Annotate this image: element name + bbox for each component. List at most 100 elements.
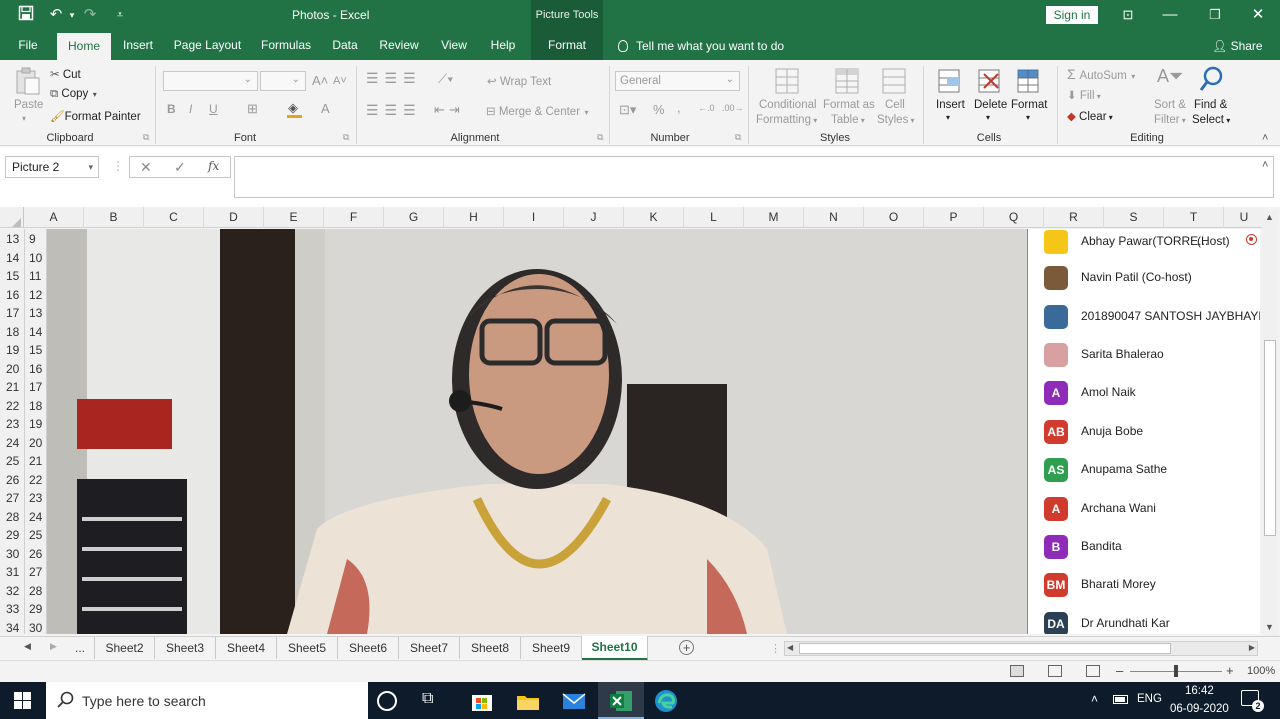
- participant-item[interactable]: Navin Patil (Co-host): [1028, 266, 1260, 304]
- insert-cells-label[interactable]: Insert: [936, 99, 965, 111]
- italic-button[interactable]: I: [189, 102, 192, 116]
- pasted-picture[interactable]: [47, 229, 1027, 634]
- format-painter-button[interactable]: 🖌︎Format Painter: [50, 109, 141, 123]
- column-header[interactable]: L: [684, 207, 744, 228]
- restore-icon[interactable]: ❐: [1205, 5, 1225, 25]
- column-header[interactable]: Q: [984, 207, 1044, 228]
- prev-sheet-icon[interactable]: ◀: [24, 641, 31, 652]
- column-header[interactable]: H: [444, 207, 504, 228]
- mail-icon[interactable]: [561, 688, 587, 714]
- participant-item[interactable]: 201890047 SANTOSH JAYBHAYE: [1028, 305, 1260, 343]
- sheet-tab[interactable]: Sheet4: [216, 637, 277, 659]
- bold-button[interactable]: B: [167, 102, 176, 116]
- normal-view-icon[interactable]: [1010, 665, 1024, 677]
- delete-cells-label[interactable]: Delete: [974, 99, 1007, 111]
- column-header[interactable]: M: [744, 207, 804, 228]
- conditional-formatting-label-2[interactable]: Formatting ▾: [756, 114, 817, 126]
- column-header[interactable]: O: [864, 207, 924, 228]
- cell-styles-label-2[interactable]: Styles ▾: [877, 114, 915, 126]
- column-header[interactable]: D: [204, 207, 264, 228]
- find-select-label[interactable]: Find &: [1194, 99, 1227, 111]
- decrease-decimal-icon[interactable]: .00→: [722, 103, 744, 113]
- number-launcher-icon[interactable]: ⧉: [735, 132, 741, 143]
- sheet-tab[interactable]: Sheet2: [94, 637, 155, 659]
- sort-filter-label-2[interactable]: Filter ▾: [1154, 114, 1186, 126]
- cortana-icon[interactable]: [377, 691, 397, 711]
- column-header[interactable]: U: [1224, 207, 1264, 228]
- borders-icon[interactable]: ⊞: [247, 101, 258, 117]
- sign-in-button[interactable]: Sign in: [1046, 6, 1098, 24]
- tab-file[interactable]: File: [10, 31, 46, 60]
- clear-button[interactable]: ◆ Clear ▾: [1067, 109, 1113, 123]
- conditional-formatting-label[interactable]: Conditional: [759, 99, 817, 111]
- delete-cells-icon[interactable]: [976, 66, 1004, 96]
- conditional-formatting-icon[interactable]: [774, 66, 802, 96]
- format-cells-label[interactable]: Format: [1011, 99, 1047, 111]
- magnifier-icon[interactable]: [1198, 65, 1226, 95]
- ribbon-display-icon[interactable]: ⊡: [1118, 5, 1138, 25]
- vertical-scrollbar[interactable]: ▲ ▼: [1262, 210, 1278, 636]
- clock-date[interactable]: 06-09-2020: [1170, 703, 1229, 715]
- orientation-icon[interactable]: ⟋▾: [438, 71, 453, 87]
- indent-icons[interactable]: ⇤⇥: [434, 102, 464, 118]
- scroll-right-icon[interactable]: ▶: [1249, 643, 1255, 652]
- column-header[interactable]: C: [144, 207, 204, 228]
- zoom-out-button[interactable]: –: [1116, 663, 1123, 678]
- font-launcher-icon[interactable]: ⧉: [343, 132, 349, 143]
- tab-format[interactable]: Format: [531, 31, 603, 60]
- scroll-up-icon[interactable]: ▲: [1265, 212, 1274, 222]
- participant-item[interactable]: DA Dr Arundhati Kar: [1028, 612, 1260, 634]
- formula-input[interactable]: [234, 156, 1274, 198]
- sort-filter-icon[interactable]: A⏷: [1157, 66, 1183, 87]
- column-header[interactable]: K: [624, 207, 684, 228]
- file-explorer-icon[interactable]: [515, 688, 541, 714]
- name-box[interactable]: Picture 2 ▾: [5, 156, 99, 178]
- tab-data[interactable]: Data: [326, 31, 364, 60]
- format-as-table-label-2[interactable]: Table ▾: [831, 114, 865, 126]
- format-cells-icon[interactable]: [1015, 66, 1043, 96]
- task-view-icon[interactable]: ⧉: [422, 690, 448, 716]
- participant-item[interactable]: B Bandita: [1028, 535, 1260, 573]
- paste-label[interactable]: Paste: [14, 99, 43, 111]
- tray-overflow-icon[interactable]: ˄: [1091, 692, 1098, 706]
- wrap-text-button[interactable]: ↩ Wrap Text: [487, 74, 551, 88]
- sheet-tab[interactable]: Sheet6: [338, 637, 399, 659]
- column-header[interactable]: B: [84, 207, 144, 228]
- new-sheet-icon[interactable]: +: [679, 640, 694, 655]
- page-break-view-icon[interactable]: [1086, 665, 1100, 677]
- shrink-font-icon[interactable]: A˅: [333, 75, 347, 87]
- delete-dropdown-icon[interactable]: ▾: [986, 113, 990, 122]
- column-header[interactable]: R: [1044, 207, 1104, 228]
- save-icon[interactable]: [16, 5, 36, 25]
- participant-item[interactable]: AS Anupama Sathe: [1028, 458, 1260, 496]
- column-header[interactable]: P: [924, 207, 984, 228]
- undo-dropdown-icon[interactable]: ▾: [62, 5, 82, 25]
- insert-cells-icon[interactable]: [936, 66, 964, 96]
- minimize-icon[interactable]: —: [1160, 5, 1180, 25]
- tab-split-grip-icon[interactable]: ⋮: [770, 642, 781, 655]
- participant-item[interactable]: A Archana Wani: [1028, 497, 1260, 535]
- font-size-dropdown[interactable]: ⌄: [260, 71, 306, 91]
- zoom-level[interactable]: 100%: [1247, 665, 1275, 677]
- column-header[interactable]: E: [264, 207, 324, 228]
- horizontal-scrollbar[interactable]: ◀ ▶: [784, 641, 1258, 656]
- edge-browser-icon[interactable]: [653, 688, 679, 714]
- taskbar-search-box[interactable]: Type here to search: [46, 682, 368, 719]
- windows-start-icon[interactable]: [14, 692, 31, 712]
- column-header[interactable]: I: [504, 207, 564, 228]
- select-all-corner[interactable]: [0, 207, 24, 228]
- number-format-dropdown[interactable]: General ⌄: [615, 71, 740, 91]
- format-as-table-icon[interactable]: [834, 66, 862, 96]
- participant-item[interactable]: A Amol Naik: [1028, 381, 1260, 419]
- page-layout-view-icon[interactable]: [1048, 665, 1062, 677]
- scroll-down-icon[interactable]: ▼: [1265, 622, 1274, 632]
- find-select-label-2[interactable]: Select ▾: [1192, 114, 1230, 126]
- battery-icon[interactable]: [1113, 695, 1128, 704]
- tab-insert[interactable]: Insert: [118, 31, 158, 60]
- next-sheet-icon[interactable]: ▶: [50, 641, 57, 652]
- tab-page-layout[interactable]: Page Layout: [170, 31, 245, 60]
- store-icon[interactable]: [469, 688, 495, 714]
- column-header[interactable]: N: [804, 207, 864, 228]
- excel-app-icon[interactable]: [608, 688, 634, 714]
- h-scroll-thumb[interactable]: [799, 643, 1171, 654]
